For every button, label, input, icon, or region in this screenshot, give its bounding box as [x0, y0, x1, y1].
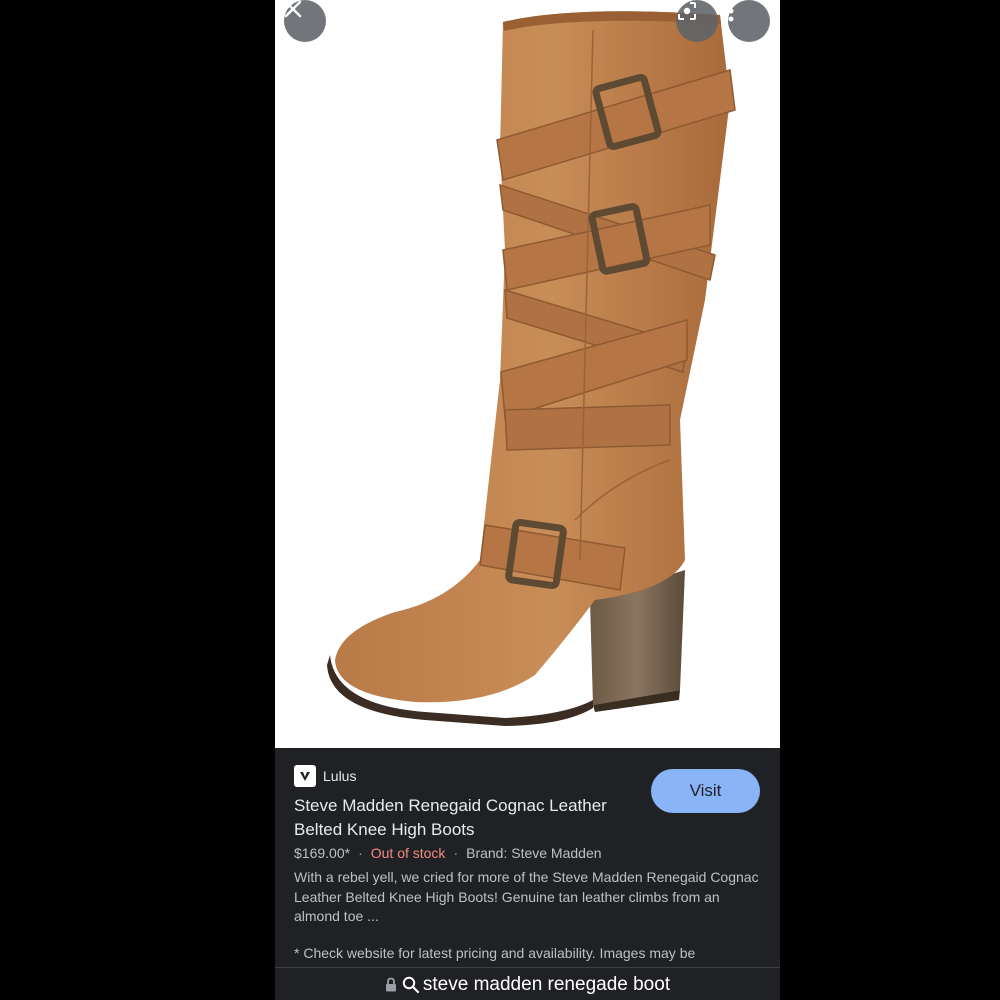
stock-status: Out of stock [370, 845, 446, 861]
url-query: steve madden renegade boot [422, 973, 671, 995]
lens-icon [678, 1, 696, 20]
address-bar[interactable]: steve madden renegade boot [275, 967, 780, 1000]
search-icon [402, 976, 420, 993]
more-vert-icon [728, 0, 734, 22]
source-name: Lulus [323, 768, 357, 784]
phone-screen: Lulus Visit Steve Madden Renegaid Cognac… [275, 0, 780, 1000]
product-image[interactable] [275, 0, 780, 748]
lock-icon [385, 977, 396, 992]
close-button[interactable] [284, 0, 326, 42]
product-title[interactable]: Steve Madden Renegaid Cognac Leather Bel… [294, 794, 644, 842]
visit-button[interactable]: Visit [651, 769, 760, 813]
lulus-favicon [294, 765, 316, 787]
close-icon [284, 0, 302, 18]
price: $169.00* [294, 845, 351, 861]
brand: Brand: Steve Madden [466, 845, 602, 861]
product-description: With a rebel yell, we cried for more of … [294, 869, 759, 924]
more-options-button[interactable] [728, 0, 770, 42]
price-row: $169.00* · Out of stock · Brand: Steve Madde… [294, 845, 602, 861]
source-row[interactable]: Lulus [294, 765, 356, 787]
lens-button[interactable] [676, 0, 718, 42]
boot-illustration [327, 11, 736, 726]
product-info-panel: Lulus Visit Steve Madden Renegaid Cognac… [275, 748, 780, 967]
disclaimer: * Check website for latest pricing and a… [294, 945, 696, 961]
